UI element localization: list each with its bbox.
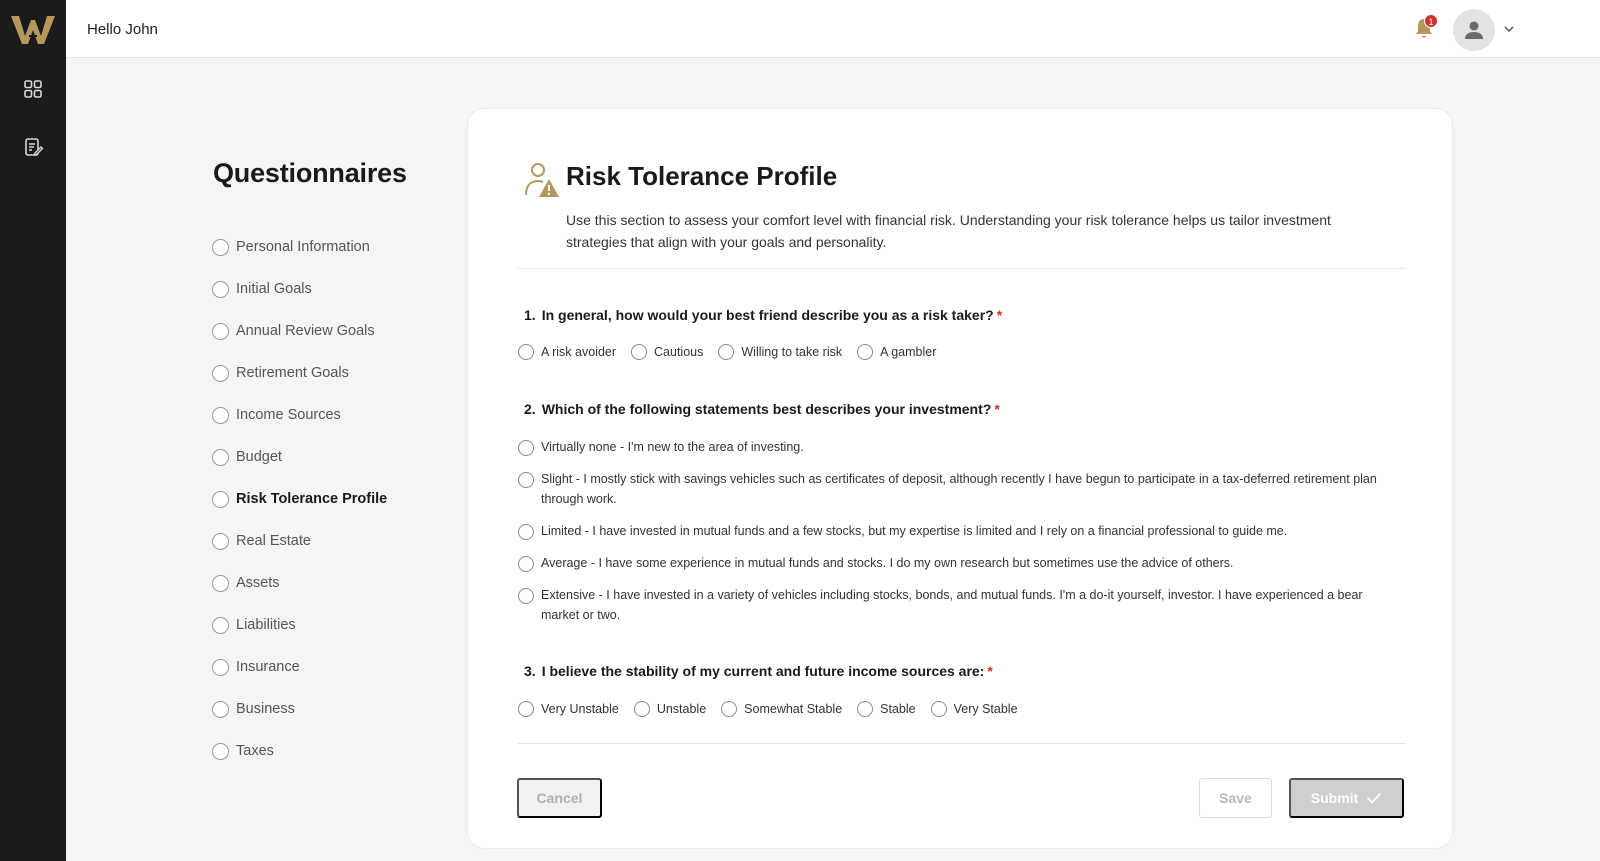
radio-button[interactable]: [518, 701, 534, 717]
nav-item-personal-information[interactable]: Personal Information: [212, 226, 387, 268]
questionnaire-nav: Personal Information Initial Goals Annua…: [212, 226, 387, 772]
q2-option-average[interactable]: Average - I have some experience in mutu…: [518, 555, 1398, 573]
submit-label: Submit: [1310, 790, 1359, 806]
status-circle-icon: [212, 700, 229, 718]
chevron-down-icon[interactable]: [1503, 24, 1515, 34]
risk-tolerance-card: Risk Tolerance Profile Use this section …: [467, 108, 1453, 849]
status-circle-icon: [212, 406, 229, 424]
q1-option-risk-avoider[interactable]: A risk avoider: [518, 344, 616, 360]
question-1: 1. In general, how would your best friend…: [524, 307, 1003, 323]
nav-item-income-sources[interactable]: Income Sources: [212, 394, 387, 436]
question-3: 3. I believe the stability of my current …: [524, 663, 993, 679]
questionnaires-title: Questionnaires: [213, 158, 407, 188]
notification-badge: 1: [1424, 14, 1438, 28]
section-description: Use this section to assess your comfort …: [566, 212, 1331, 250]
radio-button[interactable]: [518, 344, 534, 360]
dashboard-grid-icon[interactable]: [22, 78, 44, 100]
q3-option-somewhat-stable[interactable]: Somewhat Stable: [721, 701, 842, 717]
question-2: 2. Which of the following statements best…: [524, 401, 1000, 417]
required-marker: *: [994, 401, 1000, 417]
questionnaire-edit-icon[interactable]: [22, 136, 44, 158]
q2-option-extensive[interactable]: Extensive - I have invested in a variety…: [518, 587, 1398, 625]
cancel-button[interactable]: Cancel: [517, 778, 602, 818]
q1-option-willing-to-take-risk[interactable]: Willing to take risk: [718, 344, 842, 360]
q2-option-limited[interactable]: Limited - I have invested in mutual fund…: [518, 523, 1398, 541]
q3-option-unstable[interactable]: Unstable: [633, 701, 706, 717]
user-warning-icon: [525, 163, 559, 197]
q3-option-stable[interactable]: Stable: [857, 701, 916, 717]
status-circle-icon: [212, 238, 229, 256]
status-circle-icon: [212, 490, 229, 508]
status-circle-icon: [212, 742, 229, 760]
top-bar: Hello John: [66, 0, 1600, 58]
status-circle-icon: [212, 574, 229, 592]
radio-button[interactable]: [718, 344, 735, 360]
status-circle-icon: [212, 364, 229, 382]
radio-button[interactable]: [631, 344, 648, 360]
nav-item-assets[interactable]: Assets: [212, 562, 387, 604]
nav-item-real-estate[interactable]: Real Estate: [212, 520, 387, 562]
status-circle-icon: [212, 616, 229, 634]
nav-item-retirement-goals[interactable]: Retirement Goals: [212, 352, 387, 394]
status-circle-icon: [212, 280, 229, 298]
radio-button[interactable]: [721, 701, 738, 717]
status-circle-icon: [212, 658, 229, 676]
radio-button[interactable]: [518, 524, 534, 540]
checkmark-icon: [1367, 792, 1382, 804]
greeting-text: Hello John: [87, 21, 158, 38]
section-title: Risk Tolerance Profile: [566, 161, 838, 191]
nav-item-annual-review-goals[interactable]: Annual Review Goals: [212, 310, 387, 352]
radio-button[interactable]: [633, 701, 650, 717]
radio-button[interactable]: [930, 701, 947, 717]
submit-button[interactable]: Submit: [1289, 778, 1404, 818]
q1-option-cautious[interactable]: Cautious: [631, 344, 703, 360]
status-circle-icon: [212, 448, 229, 466]
radio-button[interactable]: [518, 472, 534, 488]
q3-option-very-stable[interactable]: Very Stable: [930, 701, 1018, 717]
radio-button[interactable]: [518, 440, 534, 456]
brand-logo-icon[interactable]: [9, 14, 57, 46]
nav-item-taxes[interactable]: Taxes: [212, 730, 387, 772]
radio-button[interactable]: [857, 701, 874, 717]
q3-option-very-unstable[interactable]: Very Unstable: [518, 701, 619, 717]
save-button[interactable]: Save: [1199, 778, 1272, 818]
question-2-options: Virtually none - I'm new to the area of …: [518, 439, 1398, 625]
question-1-options: A risk avoider Cautious Willing to take …: [518, 344, 951, 360]
q1-option-gambler[interactable]: A gambler: [857, 344, 936, 360]
radio-button[interactable]: [518, 588, 534, 604]
required-marker: *: [987, 663, 993, 679]
nav-item-insurance[interactable]: Insurance: [212, 646, 387, 688]
question-3-options: Very Unstable Unstable Somewhat Stable S…: [518, 701, 1033, 717]
radio-button[interactable]: [857, 344, 874, 360]
nav-item-budget[interactable]: Budget: [212, 436, 387, 478]
nav-item-risk-tolerance-profile[interactable]: Risk Tolerance Profile: [212, 478, 387, 520]
nav-item-initial-goals[interactable]: Initial Goals: [212, 268, 387, 310]
user-avatar[interactable]: [1453, 9, 1495, 51]
q2-option-slight[interactable]: Slight - I mostly stick with savings veh…: [518, 471, 1398, 509]
status-circle-icon: [212, 322, 229, 340]
status-circle-icon: [212, 532, 229, 550]
q2-option-virtually-none[interactable]: Virtually none - I'm new to the area of …: [518, 439, 1398, 457]
required-marker: *: [996, 307, 1003, 323]
divider: [518, 268, 1406, 269]
user-icon: [1465, 21, 1483, 39]
left-rail: [0, 0, 66, 861]
nav-item-liabilities[interactable]: Liabilities: [212, 604, 387, 646]
nav-item-business[interactable]: Business: [212, 688, 387, 730]
divider: [518, 743, 1406, 744]
radio-button[interactable]: [518, 556, 534, 572]
